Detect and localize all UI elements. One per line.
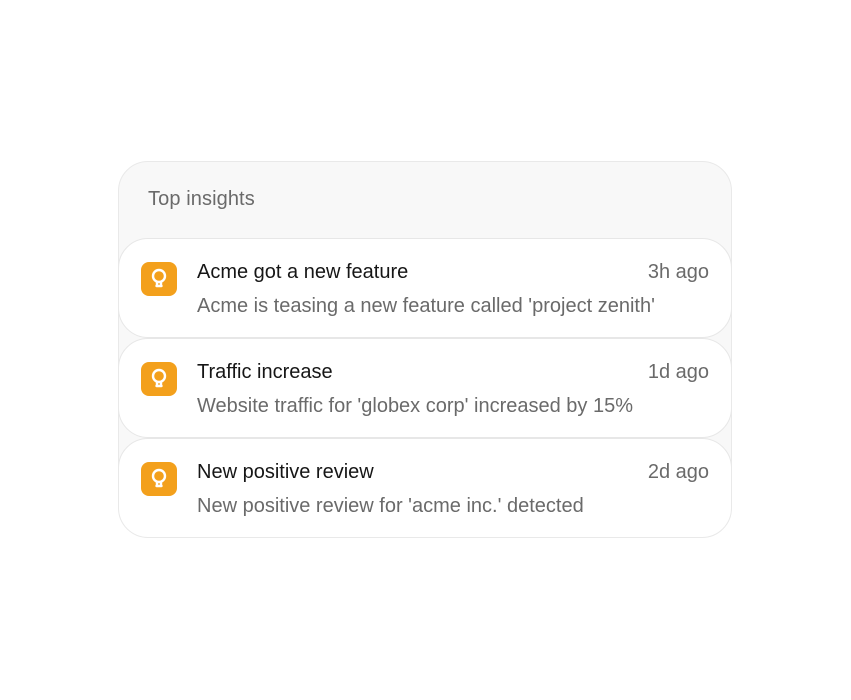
insight-timestamp: 3h ago — [647, 261, 709, 283]
lightbulb-icon — [141, 362, 177, 396]
insight-title: New positive review — [197, 461, 374, 483]
insight-item[interactable]: New positive review 2d ago New positive … — [119, 438, 731, 537]
insight-description: Website traffic for 'globex corp' increa… — [197, 395, 634, 417]
insight-title: Acme got a new feature — [197, 261, 409, 283]
insight-item[interactable]: Traffic increase 1d ago Website traffic … — [119, 338, 731, 438]
insight-timestamp: 2d ago — [647, 461, 709, 483]
insight-description: Acme is teasing a new feature called 'pr… — [197, 295, 655, 317]
insights-card: Top insights Acme got a new feature 3h a… — [118, 161, 732, 538]
page: Top insights Acme got a new feature 3h a… — [0, 0, 851, 700]
lightbulb-icon — [141, 262, 177, 296]
insight-title: Traffic increase — [197, 361, 333, 383]
card-title: Top insights — [148, 188, 255, 210]
insight-item[interactable]: Acme got a new feature 3h ago Acme is te… — [119, 238, 731, 338]
insight-description: New positive review for 'acme inc.' dete… — [197, 495, 584, 517]
lightbulb-icon — [141, 462, 177, 496]
insight-timestamp: 1d ago — [647, 361, 709, 383]
